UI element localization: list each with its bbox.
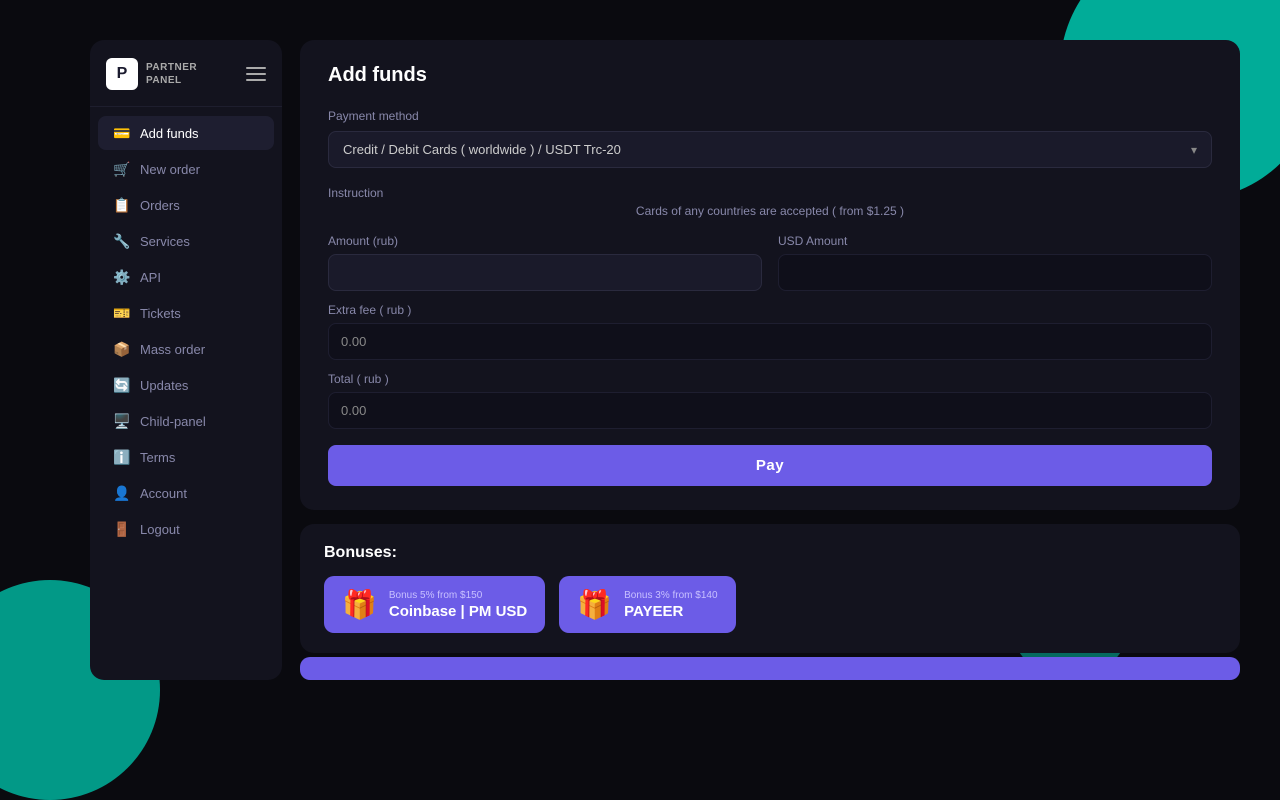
bonus-coinbase-name: Coinbase | PM USD [389, 603, 527, 620]
bonus-cards: 🎁 Bonus 5% from $150 Coinbase | PM USD 🎁… [324, 576, 1216, 633]
total-input [328, 392, 1212, 429]
sidebar-item-label: Updates [140, 378, 188, 393]
bonus-card-payeer[interactable]: 🎁 Bonus 3% from $140 PAYEER [559, 576, 735, 633]
instruction-label: Instruction [328, 186, 1212, 200]
amount-col-usd: USD Amount [778, 234, 1212, 291]
sidebar-item-api[interactable]: ⚙️ API [98, 260, 274, 294]
gift-icon-coinbase: 🎁 [342, 588, 377, 621]
bonuses-title: Bonuses: [324, 544, 1216, 562]
sidebar-item-label: API [140, 270, 161, 285]
page-title: Add funds [328, 64, 1212, 87]
gift-icon-payeer: 🎁 [577, 588, 612, 621]
amount-label: Amount (rub) [328, 234, 762, 248]
sidebar-item-updates[interactable]: 🔄 Updates [98, 368, 274, 402]
sidebar-item-logout[interactable]: 🚪 Logout [98, 512, 274, 546]
sidebar-item-account[interactable]: 👤 Account [98, 476, 274, 510]
total-row: Total ( rub ) [328, 372, 1212, 429]
instruction-text: Cards of any countries are accepted ( fr… [328, 204, 1212, 218]
sidebar-item-child-panel[interactable]: 🖥️ Child-panel [98, 404, 274, 438]
sidebar-item-label: Tickets [140, 306, 181, 321]
usd-amount-label: USD Amount [778, 234, 1212, 248]
sidebar-item-mass-order[interactable]: 📦 Mass order [98, 332, 274, 366]
terms-icon: ℹ️ [114, 449, 130, 465]
orders-icon: 📋 [114, 197, 130, 213]
tickets-icon: 🎫 [114, 305, 130, 321]
bonuses-panel: Bonuses: 🎁 Bonus 5% from $150 Coinbase |… [300, 524, 1240, 653]
logout-icon: 🚪 [114, 521, 130, 537]
sidebar-item-label: Child-panel [140, 414, 206, 429]
payment-method-label: Payment method [328, 109, 1212, 123]
updates-icon: 🔄 [114, 377, 130, 393]
menu-toggle-button[interactable] [246, 67, 266, 81]
sidebar-item-label: Logout [140, 522, 180, 537]
sidebar-item-label: Add funds [140, 126, 199, 141]
bonus-card-payeer-info: Bonus 3% from $140 PAYEER [624, 590, 717, 620]
sidebar-item-label: New order [140, 162, 200, 177]
payment-method-value: Credit / Debit Cards ( worldwide ) / USD… [343, 142, 621, 157]
api-icon: ⚙️ [114, 269, 130, 285]
bottom-bar [300, 657, 1240, 680]
sidebar-item-label: Services [140, 234, 190, 249]
chevron-down-icon: ▾ [1191, 143, 1197, 157]
logo-text: PARTNER PANEL [146, 61, 197, 87]
bonus-card-coinbase[interactable]: 🎁 Bonus 5% from $150 Coinbase | PM USD [324, 576, 545, 633]
add-funds-panel: Add funds Payment method Credit / Debit … [300, 40, 1240, 510]
sidebar-item-orders[interactable]: 📋 Orders [98, 188, 274, 222]
pay-button[interactable]: Pay [328, 445, 1212, 486]
sidebar-item-label: Mass order [140, 342, 205, 357]
extra-fee-label: Extra fee ( rub ) [328, 303, 1212, 317]
bonus-payeer-name: PAYEER [624, 603, 717, 620]
total-label: Total ( rub ) [328, 372, 1212, 386]
logo-icon: P [106, 58, 138, 90]
bonus-card-coinbase-info: Bonus 5% from $150 Coinbase | PM USD [389, 590, 527, 620]
new-order-icon: 🛒 [114, 161, 130, 177]
amount-input[interactable] [328, 254, 762, 291]
sidebar-item-terms[interactable]: ℹ️ Terms [98, 440, 274, 474]
sidebar-item-services[interactable]: 🔧 Services [98, 224, 274, 258]
amount-row: Amount (rub) USD Amount [328, 234, 1212, 291]
bonus-payeer-subtitle: Bonus 3% from $140 [624, 590, 717, 601]
amount-col-rub: Amount (rub) [328, 234, 762, 291]
sidebar-item-label: Orders [140, 198, 180, 213]
sidebar-item-new-order[interactable]: 🛒 New order [98, 152, 274, 186]
sidebar-item-label: Account [140, 486, 187, 501]
logo: P PARTNER PANEL [106, 58, 197, 90]
account-icon: 👤 [114, 485, 130, 501]
services-icon: 🔧 [114, 233, 130, 249]
extra-fee-input [328, 323, 1212, 360]
payment-method-dropdown[interactable]: Credit / Debit Cards ( worldwide ) / USD… [328, 131, 1212, 168]
add-funds-icon: 💳 [114, 125, 130, 141]
bonus-coinbase-subtitle: Bonus 5% from $150 [389, 590, 527, 601]
child-panel-icon: 🖥️ [114, 413, 130, 429]
mass-order-icon: 📦 [114, 341, 130, 357]
usd-amount-input[interactable] [778, 254, 1212, 291]
sidebar-item-add-funds[interactable]: 💳 Add funds [98, 116, 274, 150]
extra-fee-row: Extra fee ( rub ) [328, 303, 1212, 360]
main-content: Add funds Payment method Credit / Debit … [282, 40, 1240, 680]
sidebar-item-label: Terms [140, 450, 175, 465]
sidebar-item-tickets[interactable]: 🎫 Tickets [98, 296, 274, 330]
sidebar: P PARTNER PANEL 💳 Add funds 🛒 New order … [90, 40, 282, 680]
sidebar-header: P PARTNER PANEL [90, 58, 282, 107]
